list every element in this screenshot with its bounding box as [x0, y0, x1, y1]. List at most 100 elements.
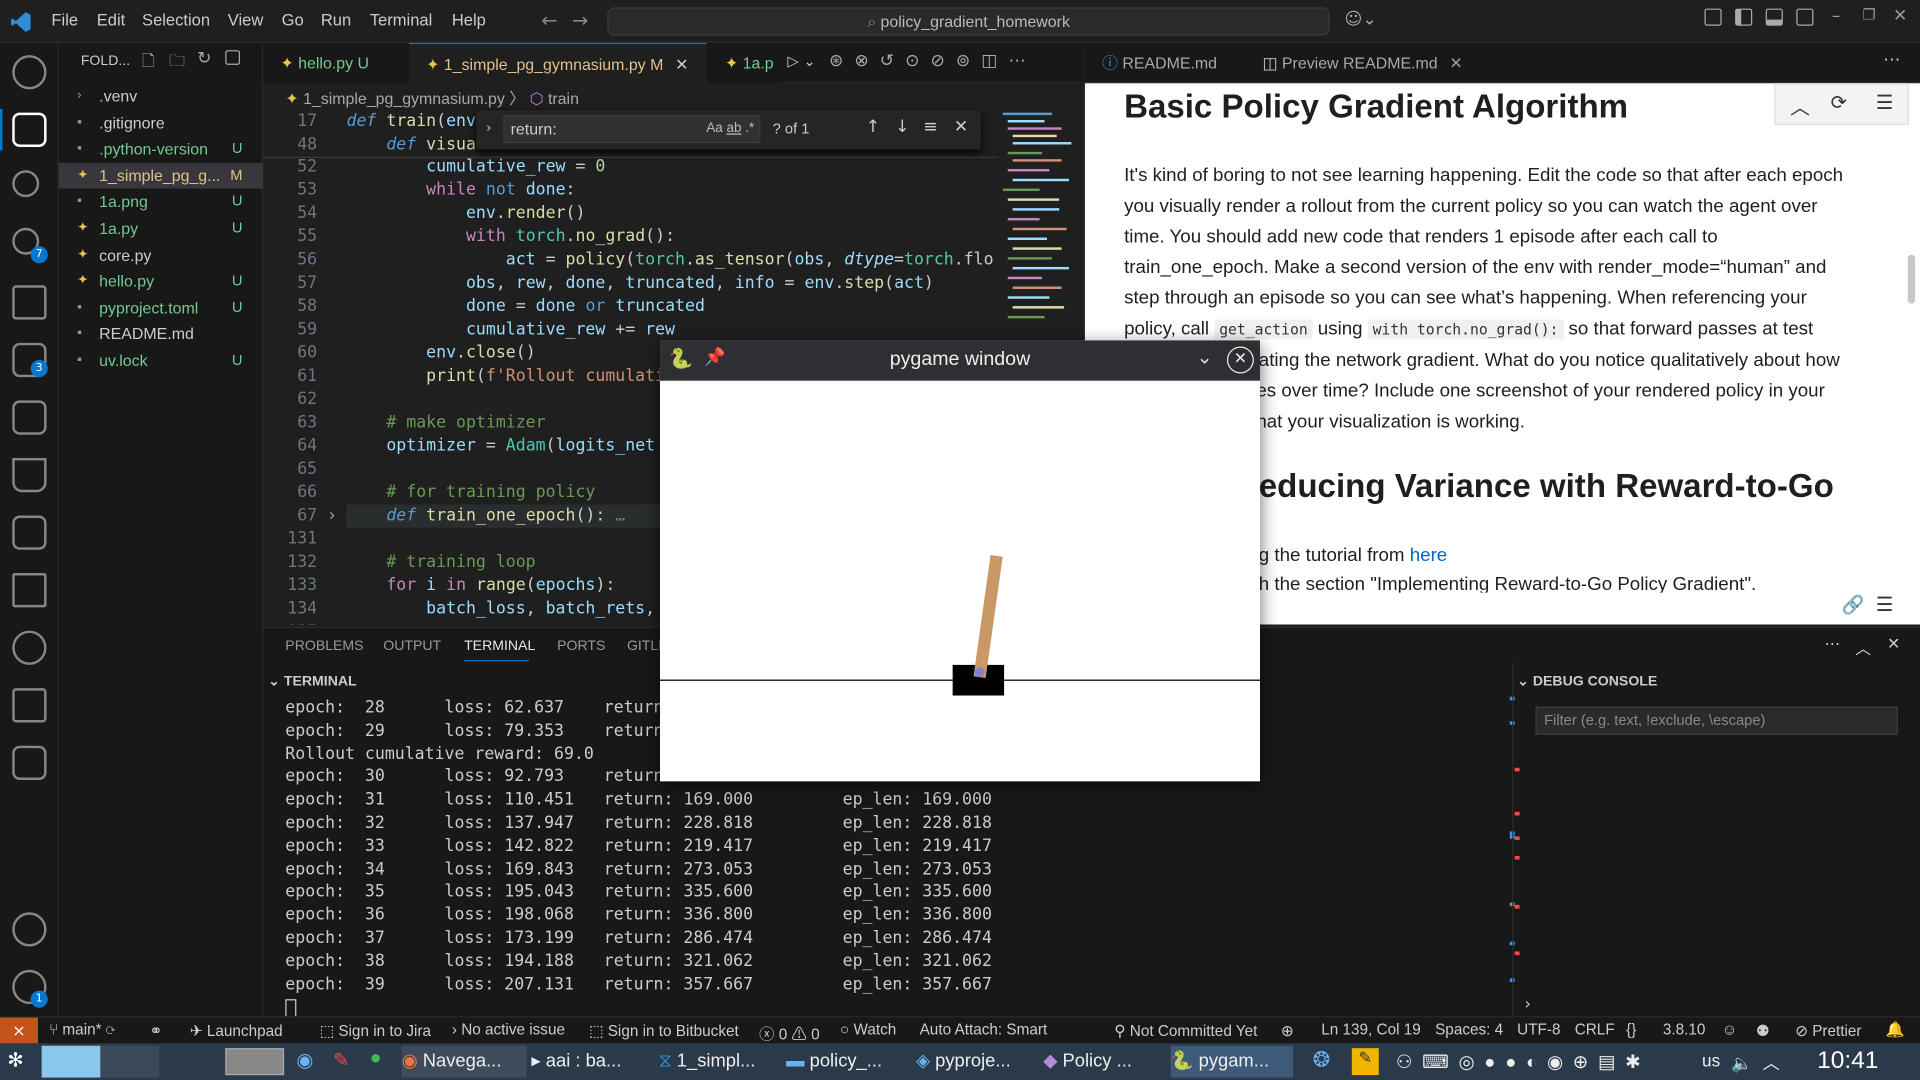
remote-indicator-icon[interactable]: ⨯: [0, 1017, 38, 1045]
link-icon[interactable]: 🔗: [1842, 594, 1865, 616]
panel-tab-terminal[interactable]: TERMINAL: [464, 639, 535, 654]
tutorial-link[interactable]: here: [1410, 545, 1448, 566]
testing-flask-icon[interactable]: [12, 457, 47, 493]
find-in-selection-icon[interactable]: ≡: [923, 118, 937, 138]
toggle-secondary-sidebar-icon[interactable]: [1796, 8, 1814, 26]
terminal-section-header[interactable]: ⌄ TERMINAL: [268, 672, 356, 690]
collapse-all-icon[interactable]: [225, 50, 241, 65]
menu-file[interactable]: File: [51, 11, 78, 29]
panel-tab-output[interactable]: OUTPUT: [383, 639, 441, 654]
task-vscode[interactable]: ⧖ 1_simpl...: [659, 1046, 781, 1078]
language-braces[interactable]: {}: [1626, 1021, 1636, 1038]
breadcrumb-symbol[interactable]: train: [548, 89, 579, 107]
command-center[interactable]: ⌕ policy_gradient_homework: [607, 7, 1330, 36]
branch-status[interactable]: ⑂ main* ⟳: [49, 1021, 115, 1038]
watch-status[interactable]: ○ Watch: [840, 1021, 896, 1038]
scroll-up-icon[interactable]: ︿: [1790, 91, 1810, 120]
pygame-close-icon[interactable]: ✕: [1226, 346, 1254, 374]
toggle-replace-icon[interactable]: ›: [486, 120, 491, 136]
keyboard-layout[interactable]: us: [1702, 1051, 1720, 1071]
remote-explorer-icon[interactable]: [12, 400, 47, 435]
refresh-icon[interactable]: ↻: [197, 49, 211, 69]
menu-help[interactable]: Help: [452, 11, 486, 29]
editor-action-icons[interactable]: ⊛⊗↺⊙⊘⊚◫⋯: [829, 51, 1037, 71]
git-graph-icon[interactable]: [12, 630, 47, 665]
menu-terminal[interactable]: Terminal: [370, 11, 432, 29]
task-terminal[interactable]: ▸ aai : ba...: [531, 1046, 653, 1078]
account-icon[interactable]: [12, 912, 47, 947]
tray-notes-icon[interactable]: ✎: [1351, 1048, 1379, 1076]
tray-discover-icon[interactable]: ❂: [1313, 1048, 1330, 1072]
explorer-item[interactable]: ✦ 1_simple_pg_g... M: [58, 162, 264, 189]
debug-console-header[interactable]: ⌄ DEBUG CONSOLE: [1517, 672, 1657, 690]
auto-attach-status[interactable]: Auto Attach: Smart: [920, 1021, 1048, 1038]
clock[interactable]: 10:41: [1817, 1047, 1878, 1075]
encoding-status[interactable]: UTF-8: [1517, 1021, 1560, 1038]
explorer-item[interactable]: ▪ 1a.png U: [59, 189, 263, 215]
close-find-icon[interactable]: ✕: [954, 118, 968, 138]
close-window-icon[interactable]: ✕: [1893, 6, 1907, 26]
task-pyproject[interactable]: ◈ pyproje...: [916, 1046, 1038, 1078]
outline-icon[interactable]: ☰: [1876, 91, 1894, 115]
search-icon[interactable]: [12, 170, 40, 198]
close-tab-icon[interactable]: ✕: [1449, 54, 1462, 72]
fold-chevron-icon[interactable]: ›: [327, 504, 337, 527]
browser-icon[interactable]: ◉: [296, 1048, 313, 1072]
explorer-item[interactable]: ✦ 1a.py U: [59, 216, 263, 242]
more-actions-icon[interactable]: ⋯: [1883, 50, 1900, 70]
python-version-status[interactable]: 3.8.10: [1663, 1021, 1706, 1038]
issue-status[interactable]: › No active issue: [452, 1021, 565, 1038]
timeline-icon[interactable]: [12, 55, 47, 90]
task-policy-pdf[interactable]: ◆ Policy ...: [1043, 1046, 1165, 1078]
toggle-sidebar-icon[interactable]: [1735, 8, 1753, 26]
desktop-pager-2[interactable]: [100, 1045, 160, 1078]
toggle-panel-icon[interactable]: [1765, 8, 1783, 26]
next-match-icon[interactable]: ↓: [895, 118, 909, 138]
menu-view[interactable]: View: [228, 11, 264, 29]
pygame-minimize-icon[interactable]: ⌄: [1196, 345, 1212, 368]
atlassian-icon[interactable]: [12, 573, 47, 608]
copilot-icon[interactable]: ☺⌄: [1344, 10, 1376, 30]
minimap[interactable]: [998, 110, 1074, 330]
restore-icon[interactable]: ❐: [1862, 6, 1875, 23]
maximize-panel-icon[interactable]: ︿: [1855, 636, 1871, 658]
eol-status[interactable]: CRLF: [1575, 1021, 1615, 1038]
tab-hello-py[interactable]: ✦ hello.py U: [263, 42, 408, 84]
customize-layout-icon[interactable]: [1704, 8, 1722, 26]
explorer-item[interactable]: ✦ hello.py U: [59, 268, 263, 294]
task-file-manager[interactable]: ▬ policy_...: [786, 1046, 908, 1078]
new-file-icon[interactable]: 🗋: [142, 50, 155, 77]
tab-readme-md[interactable]: ⓘ README.md: [1085, 43, 1244, 83]
pygame-window[interactable]: 🐍 📌 pygame window ⌄ ✕: [660, 340, 1261, 782]
explorer-item[interactable]: ▪ pyproject.toml U: [59, 295, 263, 321]
task-navegador[interactable]: ◉ Navega...: [401, 1045, 527, 1078]
explorer-icon[interactable]: [12, 112, 47, 147]
explorer-item[interactable]: ▪ .gitignore: [59, 110, 263, 136]
debug-filter-input[interactable]: Filter (e.g. text, !exclude, \escape): [1535, 706, 1898, 735]
run-python-icon[interactable]: ▷ ⌄: [787, 53, 815, 70]
preview-scrollbar[interactable]: [1907, 254, 1916, 304]
panel-tab-problems[interactable]: PROBLEMS: [285, 639, 363, 654]
copilot-status-icon[interactable]: ☺: [1722, 1021, 1738, 1038]
close-tab-icon[interactable]: ✕: [675, 55, 688, 73]
debug-input-chevron-icon[interactable]: ›: [1524, 996, 1530, 1014]
prettier-status[interactable]: ⊘ Prettier: [1795, 1021, 1861, 1039]
jira-status[interactable]: ⬚ Sign in to Jira: [320, 1021, 431, 1039]
commit-status[interactable]: ⚲ Not Committed Yet: [1114, 1021, 1257, 1039]
zoom-icon[interactable]: ⊕: [1281, 1021, 1294, 1039]
json-braces-icon[interactable]: [12, 745, 47, 781]
panel-more-icon[interactable]: ⋯: [1824, 636, 1840, 654]
tab-1-simple-pg-gymnasium[interactable]: ✦ 1_simple_pg_gymnasium.py M ✕: [408, 42, 707, 84]
tray-volume-network-icons[interactable]: 🔈︿: [1731, 1051, 1789, 1075]
menu-edit[interactable]: Edit: [97, 11, 125, 29]
api-icon[interactable]: [12, 515, 47, 550]
refresh-preview-icon[interactable]: ⟳: [1831, 91, 1847, 115]
explorer-item[interactable]: ▪ README.md: [59, 321, 263, 347]
menu-go[interactable]: Go: [282, 11, 304, 29]
tray-icons[interactable]: ⚇⌨◎●●◐◉⊕▤✱: [1396, 1051, 1650, 1073]
explorer-item[interactable]: ▪ uv.lock U: [59, 348, 263, 374]
menu-run[interactable]: Run: [321, 11, 351, 29]
start-menu-icon[interactable]: ✻: [7, 1048, 23, 1072]
notifications-bell-icon[interactable]: 🔔: [1886, 1021, 1905, 1039]
explorer-item[interactable]: ✦ core.py: [59, 242, 263, 268]
